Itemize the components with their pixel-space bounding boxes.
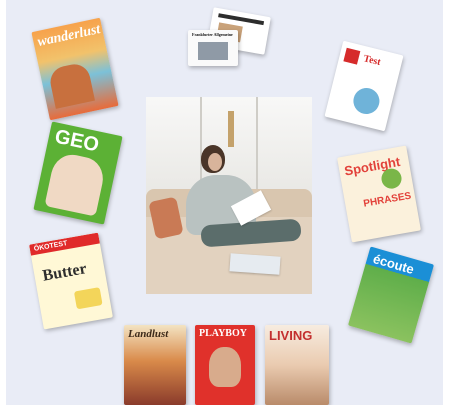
reading-woman-photo <box>146 97 312 294</box>
cover-masthead: PLAYBOY <box>199 328 247 339</box>
cover-masthead: Test <box>362 53 382 69</box>
magazine-cover-playboy[interactable]: PLAYBOY <box>195 325 255 405</box>
magazine-cover-landlust[interactable]: Landlust <box>124 325 186 405</box>
photo-lamp <box>228 111 234 147</box>
cover-subline: PHRASES <box>362 190 413 210</box>
person-face <box>208 153 222 171</box>
cover-photo <box>44 150 107 217</box>
cover-masthead: GEO <box>52 125 101 157</box>
cover-masthead: Landlust <box>128 328 169 340</box>
cover-graphic <box>379 167 404 191</box>
cover-photo <box>47 61 95 109</box>
newspaper-photo <box>198 42 228 60</box>
cover-logo <box>343 47 361 65</box>
cover-graphic <box>350 85 383 117</box>
cover-photo <box>209 347 241 387</box>
cover-graphic <box>73 287 103 310</box>
magazine-cover-spotlight[interactable]: Spotlight PHRASES <box>337 145 421 243</box>
magazine-cover-oekotest[interactable]: ÖKOTEST Butter <box>29 232 113 330</box>
magazine-cover-living[interactable]: LIVING <box>265 325 329 405</box>
cover-headline: Butter <box>41 260 88 285</box>
newspaper-front[interactable]: Frankfurter Allgemeine <box>188 30 238 66</box>
newspaper-masthead: Frankfurter Allgemeine <box>192 32 233 37</box>
magazine-on-sofa <box>229 253 281 275</box>
cover-masthead: LIVING <box>269 328 313 343</box>
